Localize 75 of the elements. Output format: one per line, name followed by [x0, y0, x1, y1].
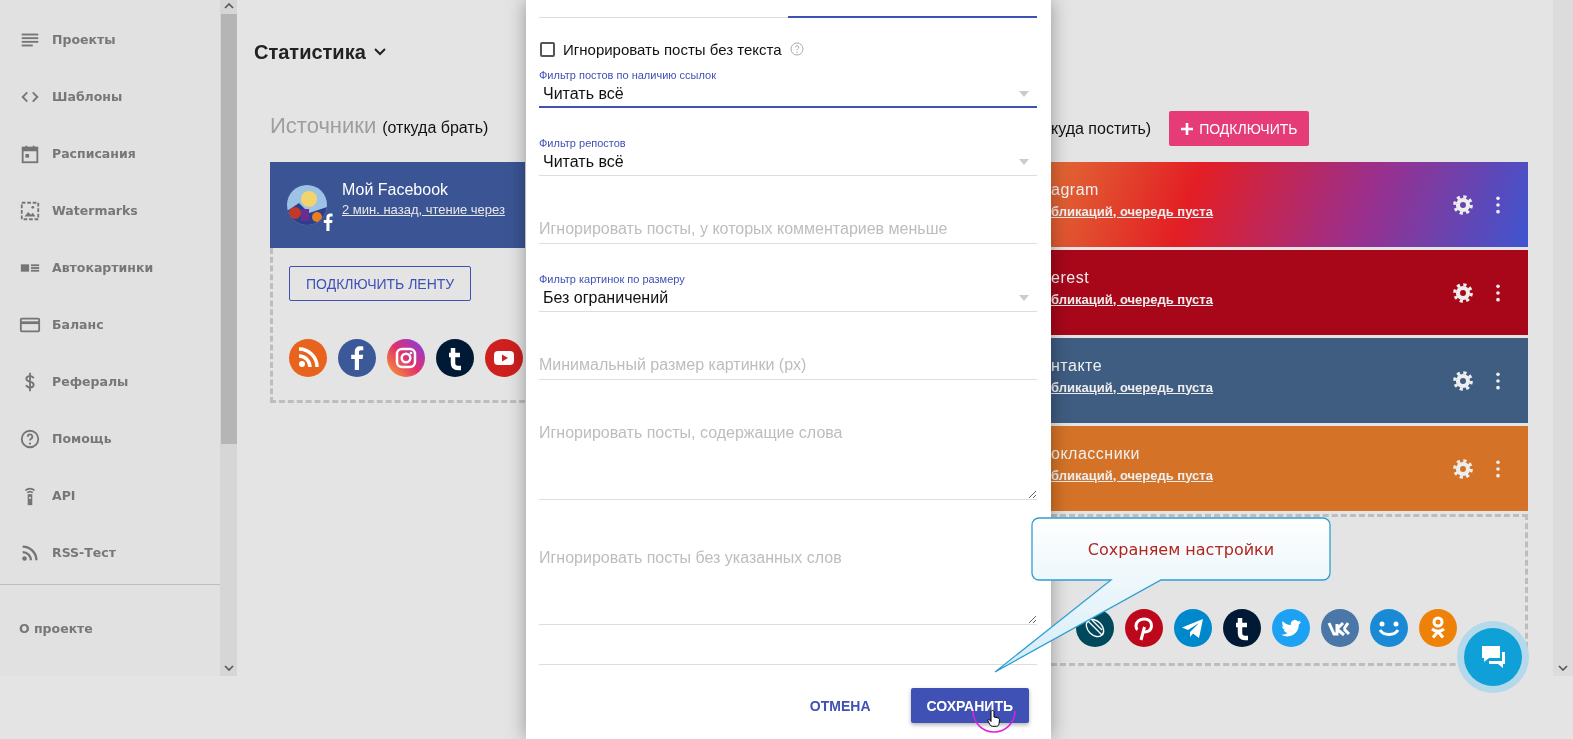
select-field[interactable]: Фильтр постов по наличию ссылок Читать всё: [539, 69, 1037, 108]
caret-down-icon[interactable]: [223, 665, 234, 671]
settings-icon[interactable]: [1452, 193, 1474, 216]
sidebar-item[interactable]: Рефералы: [52, 374, 129, 389]
t-logo-icon[interactable]: [436, 339, 474, 377]
f-logo-icon[interactable]: [338, 339, 376, 377]
t-logo-icon[interactable]: [1223, 609, 1261, 647]
person-logo-icon[interactable]: [1419, 609, 1457, 647]
sidebar-item[interactable]: Баланс: [52, 317, 104, 332]
cancel-button[interactable]: ОТМЕНА: [793, 688, 887, 723]
f-logo-icon: [323, 213, 333, 231]
image-frame-icon: [19, 199, 41, 222]
section-note: (откуда брать): [382, 119, 489, 137]
destination-title: нтакте: [1051, 356, 1104, 375]
more-icon[interactable]: [1495, 194, 1501, 215]
more-icon[interactable]: [1495, 370, 1501, 391]
camera-icon[interactable]: [387, 339, 425, 377]
checkbox-label[interactable]: Игнорировать посты без текста: [563, 40, 782, 58]
plus-icon: [1181, 122, 1194, 135]
checkbox[interactable]: [540, 41, 555, 57]
play-icon[interactable]: [485, 339, 523, 377]
input-field[interactable]: Минимальный размер картинки (px): [539, 351, 1037, 380]
destination-title: agram: [1051, 180, 1100, 199]
destination-status-link[interactable]: бликаций, очередь пуста: [1051, 379, 1452, 395]
sidebar-item[interactable]: Помощь: [52, 431, 112, 446]
destination-title: оклассники: [1051, 444, 1142, 463]
sidebar-item[interactable]: Автокартинки: [52, 260, 154, 275]
destination-card[interactable]: erest бликаций, очередь пуста: [1051, 250, 1528, 335]
connect-feed-button[interactable]: ПОДКЛЮЧИТЬ ЛЕНТУ: [289, 266, 472, 301]
more-icon[interactable]: [1495, 282, 1501, 303]
destination-title: erest: [1051, 268, 1091, 287]
sidebar-item[interactable]: API: [52, 488, 76, 503]
zigzag-logo-icon[interactable]: [1321, 609, 1359, 647]
connect-button[interactable]: ПОДКЛЮЧИТЬ: [1169, 111, 1310, 146]
caret-down-icon[interactable]: [1558, 665, 1568, 671]
sidebar-item[interactable]: Watermarks: [52, 203, 138, 218]
input-field[interactable]: Игнорировать посты, у которых комментариев меньше: [539, 215, 1037, 244]
more-icon[interactable]: [1495, 458, 1501, 479]
text-area[interactable]: Игнорировать посты, содержащие слова: [539, 424, 1037, 500]
select-field[interactable]: Фильтр картинок по размеру Без ограничений: [539, 273, 1037, 312]
settings-icon[interactable]: [1452, 457, 1474, 480]
source-title: Мой Facebook: [342, 181, 450, 199]
destination-card[interactable]: нтакте бликаций, очередь пуста: [1051, 338, 1528, 423]
destination-card[interactable]: agram бликаций, очередь пуста: [1051, 162, 1528, 247]
p-logo-icon[interactable]: [1125, 609, 1163, 647]
destination-status-link[interactable]: бликаций, очередь пуста: [1051, 203, 1452, 219]
destination-status-link[interactable]: бликаций, очередь пуста: [1051, 467, 1452, 483]
chat-button[interactable]: [1457, 621, 1529, 693]
help-icon: [19, 427, 41, 450]
caret-up-icon[interactable]: [223, 3, 234, 9]
settings-icon[interactable]: [1452, 281, 1474, 304]
smile-icon[interactable]: [1370, 609, 1408, 647]
source-status-link[interactable]: 2 мин. назад, чтение через: [342, 202, 505, 217]
sidebar-item[interactable]: Шаблоны: [52, 89, 123, 104]
section-note: куда постить): [1051, 119, 1152, 138]
section-heading: Источники: [270, 113, 377, 139]
paper-plane-icon[interactable]: [1174, 609, 1212, 647]
settings-icon[interactable]: [1452, 369, 1474, 392]
feed-icon[interactable]: [289, 339, 327, 377]
destination-card[interactable]: оклассники бликаций, очередь пуста: [1051, 426, 1528, 511]
destination-status-link[interactable]: бликаций, очередь пуста: [1051, 291, 1452, 307]
sidebar-item[interactable]: Расписания: [52, 146, 136, 161]
page-title[interactable]: Статистика: [254, 40, 366, 64]
sidebar-item[interactable]: RSS-Тест: [52, 545, 116, 560]
source-card[interactable]: Мой Facebook 2 мин. назад, чтение через: [270, 162, 525, 248]
select-field[interactable]: Фильтр репостов Читать всё: [539, 137, 1037, 176]
sidebar-link[interactable]: О проекте: [19, 621, 93, 636]
text-area[interactable]: Игнорировать посты без указанных слов: [539, 549, 1037, 625]
sidebar-item[interactable]: Проекты: [52, 32, 116, 47]
scrollbar[interactable]: [220, 0, 237, 676]
save-button[interactable]: СОХРАНИТЬ: [910, 688, 1029, 723]
bird-icon[interactable]: [1272, 609, 1310, 647]
callout-text: Сохраняем настройки: [1086, 538, 1276, 561]
hand-cursor-icon: [971, 710, 1017, 734]
chevron-down-icon[interactable]: [373, 48, 386, 56]
